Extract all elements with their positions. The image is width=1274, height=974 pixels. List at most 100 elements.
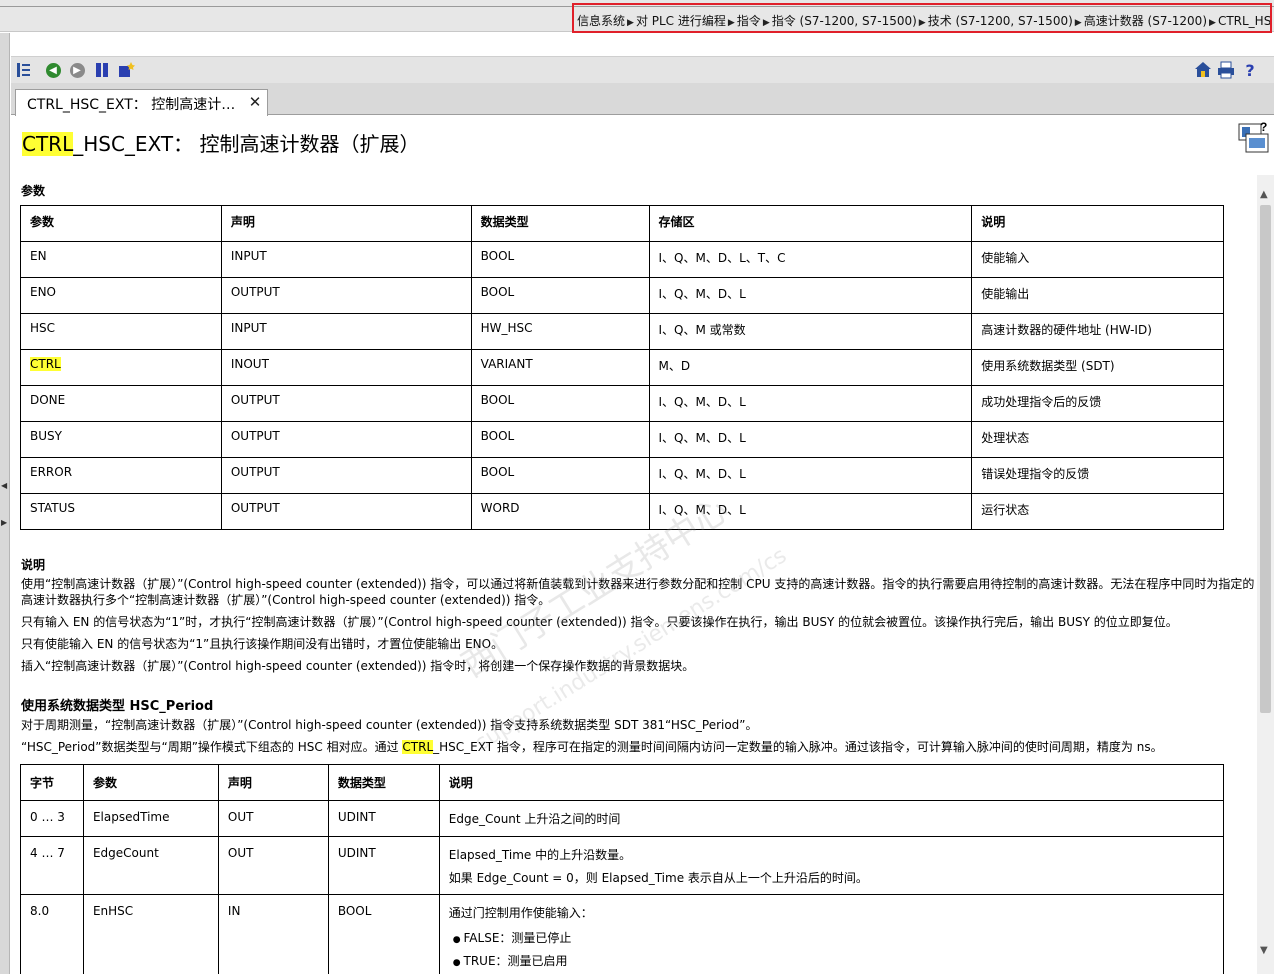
tab-bar: CTRL_HSC_EXT： 控制高速计… ✕: [11, 83, 1274, 116]
table-cell: EnHSC: [82, 894, 219, 974]
breadcrumb-bar: 信息系统 ▶ 对 PLC 进行编程 ▶ 指令 ▶ 指令 (S7-1200, S7-1500)…: [0, 0, 1274, 33]
table-cell: ENO: [20, 277, 222, 314]
table-row: ENO OUTPUT BOOL I、Q、M、D、L 使能输出: [20, 277, 1224, 314]
table-cell: I、Q、M、D、L: [648, 385, 973, 422]
scrollbar-thumb[interactable]: [1260, 205, 1271, 713]
sdt-text: “HSC_Period”数据类型与“周期”操作模式下组态的 HSC 相对应。通过: [21, 740, 403, 754]
home-button[interactable]: [1194, 61, 1212, 79]
table-cell: INPUT: [220, 313, 472, 350]
table-cell: CTRL: [20, 349, 222, 386]
table-cell: 0 … 3: [20, 800, 84, 837]
search-highlight: CTRL: [22, 132, 74, 156]
print-button[interactable]: [1217, 61, 1235, 79]
svg-text:?: ?: [1260, 120, 1267, 134]
table-cell: M、D: [648, 349, 973, 386]
table-row: HSC INPUT HW_HSC I、Q、M 或常数 高速计数器的硬件地址 (HW-ID…: [20, 313, 1224, 350]
table-cell: 使用系统数据类型 (SDT): [971, 349, 1224, 386]
table-cell: DONE: [20, 385, 222, 422]
description-paragraph: 只有使能输入 EN 的信号状态为“1”且执行该操作期间没有出错时，才置位使能输出…: [21, 637, 504, 651]
breadcrumb-item[interactable]: 高速计数器 (S7-1200): [1084, 14, 1207, 28]
table-cell: I、Q、M、D、L: [648, 277, 973, 314]
table-cell: 4 … 7: [20, 836, 84, 895]
search-highlight: CTRL: [30, 357, 61, 371]
home-icon: [1195, 62, 1211, 77]
left-splitter[interactable]: ◀ ▶: [0, 33, 10, 974]
context-help-button[interactable]: ?: [1238, 120, 1270, 154]
bookmarks-button[interactable]: [93, 61, 111, 79]
cell-line: 如果 Edge_Count = 0，则 Elapsed_Time 表示自从上一个…: [448, 871, 868, 885]
table-cell: BOOL: [470, 241, 650, 278]
context-help-icon: ?: [1238, 120, 1269, 153]
table-row: CTRL INOUT VARIANT M、D 使用系统数据类型 (SDT): [20, 349, 1224, 386]
table-row: BUSY OUTPUT BOOL I、Q、M、D、L 处理状态: [20, 421, 1224, 458]
bullet-list: FALSE：测量已停止 TRUE：测量已启用: [449, 929, 1214, 969]
table-cell: BOOL: [470, 385, 650, 422]
vertical-scrollbar[interactable]: ▲ ▼: [1257, 175, 1274, 974]
column-header: 存储区: [648, 205, 973, 242]
column-header: 声明: [220, 205, 472, 242]
help-button[interactable]: ?: [1241, 61, 1259, 80]
forward-arrow-icon: ▶: [69, 62, 85, 78]
column-header: 参数: [82, 764, 219, 801]
table-row: 0 … 3 ElapsedTime OUT UDINT Edge_Count 上升沿之间…: [20, 800, 1225, 837]
add-bookmark-icon: [119, 62, 135, 77]
breadcrumb-item[interactable]: 对 PLC 进行编程: [636, 14, 726, 28]
table-cell: BOOL: [327, 894, 440, 974]
breadcrumb: 信息系统 ▶ 对 PLC 进行编程 ▶ 指令 ▶ 指令 (S7-1200, S7-1500)…: [572, 3, 1272, 33]
table-cell: OUTPUT: [220, 385, 472, 422]
back-button[interactable]: ◀: [44, 61, 62, 79]
table-cell: OUTPUT: [220, 493, 472, 530]
show-navigation-button[interactable]: [15, 61, 33, 79]
tree-navigation-icon: [17, 63, 30, 77]
description-paragraph: 插入“控制高速计数器（扩展）”(Control high-speed count…: [21, 659, 695, 673]
back-arrow-icon: ◀: [45, 62, 61, 78]
breadcrumb-item[interactable]: 技术 (S7-1200, S7-1500): [928, 14, 1073, 28]
section-heading-hsc-period: 使用系统数据类型 HSC_Period: [21, 699, 214, 714]
table-header-row: 参数 声明 数据类型 存储区 说明: [20, 205, 1224, 242]
table-cell: 运行状态: [971, 493, 1224, 530]
cell-line: 通过门控制用作使能输入：: [448, 906, 593, 920]
table-cell: INOUT: [220, 349, 472, 386]
new-bookmark-button[interactable]: [117, 61, 135, 79]
scroll-down-icon[interactable]: ▼: [1260, 945, 1268, 956]
close-icon[interactable]: ✕: [247, 93, 263, 111]
column-header: 说明: [438, 764, 1225, 801]
table-row: DONE OUTPUT BOOL I、Q、M、D、L 成功处理指令后的反馈: [20, 385, 1224, 422]
page-title-text: _HSC_EXT： 控制高速计数器（扩展）: [73, 132, 420, 156]
scroll-up-icon[interactable]: ▲: [1260, 189, 1268, 200]
table-cell: 高速计数器的硬件地址 (HW-ID): [971, 313, 1224, 350]
collapse-left-icon[interactable]: ◀: [1, 481, 7, 490]
search-highlight: CTRL: [402, 740, 434, 754]
table-cell: STATUS: [20, 493, 222, 530]
list-item: FALSE：测量已停止: [449, 929, 1214, 946]
breadcrumb-item[interactable]: 信息系统: [577, 14, 625, 28]
cell-line: Elapsed_Time 中的上升沿数量。: [448, 848, 632, 862]
forward-button[interactable]: ▶: [68, 61, 86, 79]
tab-ctrl-hsc-ext[interactable]: CTRL_HSC_EXT： 控制高速计… ✕: [15, 89, 268, 116]
hsc-period-table: 字节 参数 声明 数据类型 说明 0 … 3 ElapsedTime OUT UDIN…: [20, 764, 1225, 974]
list-item: TRUE：测量已启用: [449, 952, 1214, 969]
table-cell: EdgeCount: [82, 836, 219, 895]
table-cell: ElapsedTime: [82, 800, 219, 837]
breadcrumb-item[interactable]: 指令: [737, 14, 761, 28]
table-cell: HW_HSC: [470, 313, 650, 350]
expand-right-icon[interactable]: ▶: [1, 518, 7, 527]
table-cell: I、Q、M、D、L: [648, 493, 973, 530]
section-heading-description: 说明: [21, 558, 46, 572]
table-cell: VARIANT: [470, 349, 650, 386]
table-cell: OUTPUT: [220, 457, 472, 494]
table-row: 8.0EnHSCINBOOL 通过门控制用作使能输入： FALSE：测量已停止 …: [20, 894, 1225, 974]
table-cell: EN: [20, 241, 222, 278]
table-cell: 成功处理指令后的反馈: [971, 385, 1224, 422]
table-cell: INPUT: [220, 241, 472, 278]
tab-label: CTRL_HSC_EXT： 控制高速计…: [27, 97, 236, 113]
table-row: ERROR OUTPUT BOOL I、Q、M、D、L 错误处理指令的反馈: [20, 457, 1224, 494]
breadcrumb-item[interactable]: CTRL_HSC_...: [1218, 14, 1270, 28]
breadcrumb-item[interactable]: 指令 (S7-1200, S7-1500): [772, 14, 917, 28]
help-content: 参数 参数 声明 数据类型 存储区 说明 EN INPUT BOOL I、Q、M、D、…: [11, 175, 1257, 974]
column-header: 说明: [971, 205, 1224, 242]
description-paragraph: 使用“控制高速计数器（扩展）”(Control high-speed count…: [21, 577, 1255, 607]
table-cell: 处理状态: [971, 421, 1224, 458]
table-cell: BOOL: [470, 421, 650, 458]
table-cell: 8.0: [20, 894, 84, 974]
